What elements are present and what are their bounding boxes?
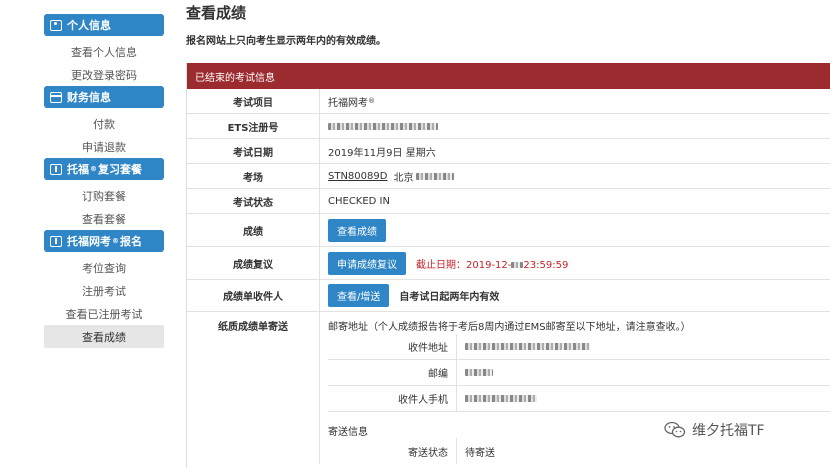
user-icon bbox=[50, 19, 62, 31]
row-label: 考场 bbox=[243, 172, 263, 184]
watermark-text: 维夕托福TF bbox=[692, 423, 765, 439]
review-deadline: 截止日期：2019-12- 23:59:59 bbox=[416, 256, 568, 271]
row-value: 查看/增送 自考试日起两年内有效 bbox=[319, 280, 830, 311]
sidebar-header-label: 个人信息 bbox=[67, 19, 111, 32]
sidebar-item-seat-search[interactable]: 考位查询 bbox=[44, 256, 164, 279]
row-test-center: 考场 STN80089D 北京 bbox=[187, 164, 830, 189]
book-icon bbox=[50, 235, 62, 247]
panel-header: 已结束的考试信息 bbox=[187, 63, 830, 89]
page-subtitle: 报名网站上只向考生显示两年内的有效成绩。 bbox=[186, 36, 386, 47]
zip-value-redacted bbox=[456, 360, 830, 385]
sidebar-item-registered-tests[interactable]: 查看已注册考试 bbox=[44, 302, 164, 325]
mailing-address-intro: 邮寄地址（个人成绩报告将于考后8周内通过EMS邮寄至以下地址，请注意查收。） bbox=[328, 322, 691, 333]
row-value: 查看成绩 bbox=[319, 214, 830, 246]
test-item-value: 托福网考 bbox=[328, 97, 368, 109]
sidebar-header-label: 复习套餐 bbox=[98, 163, 142, 176]
sidebar-header-personal: 个人信息 bbox=[44, 14, 164, 36]
paper-delivery-details: 邮寄地址（个人成绩报告将于考后8周内通过EMS邮寄至以下地址，请注意查收。） 收… bbox=[319, 312, 830, 464]
row-score-review: 成绩复议 申请成绩复议 截止日期：2019-12- 23:59:59 bbox=[187, 247, 830, 280]
redacted-text bbox=[416, 172, 455, 180]
row-test-item: 考试项目 托福网考 ® bbox=[187, 89, 830, 114]
sidebar-header-ibt-registration: 托福网考 ® 报名 bbox=[44, 230, 164, 252]
test-center-code-link[interactable]: STN80089D bbox=[328, 171, 387, 182]
shipping-status-value: 待寄送 bbox=[456, 438, 830, 464]
sidebar: 个人信息 查看个人信息 更改登录密码 财务信息 付款 申请退款 托福 ® 复习套餐 … bbox=[44, 14, 164, 348]
registered-mark: ® bbox=[112, 237, 119, 245]
sidebar-item-view-profile[interactable]: 查看个人信息 bbox=[44, 40, 164, 63]
deadline-label: 截止日期： bbox=[416, 259, 466, 271]
sidebar-item-refund[interactable]: 申请退款 bbox=[44, 135, 164, 158]
test-status-value: CHECKED IN bbox=[319, 189, 830, 213]
zip-row: 邮编 bbox=[328, 360, 830, 386]
wechat-icon bbox=[664, 421, 686, 438]
test-center-city: 北京 bbox=[393, 172, 414, 184]
row-label: ETS注册号 bbox=[227, 122, 279, 134]
deadline-time: 23:59:59 bbox=[523, 259, 569, 271]
row-label: 考试项目 bbox=[233, 97, 273, 109]
row-label: 成绩复议 bbox=[233, 259, 273, 271]
redacted-text bbox=[465, 343, 590, 350]
shipping-status-label: 寄送状态 bbox=[408, 447, 448, 459]
row-label: 考试日期 bbox=[233, 147, 273, 159]
row-paper-score-delivery: 纸质成绩单寄送 邮寄地址（个人成绩报告将于考后8周内通过EMS邮寄至以下地址，请… bbox=[187, 312, 830, 464]
page-title: 查看成绩 bbox=[186, 4, 247, 22]
sidebar-header-label: 报名 bbox=[120, 235, 142, 248]
sidebar-header-label: 财务信息 bbox=[67, 91, 111, 104]
view-score-button[interactable]: 查看成绩 bbox=[328, 218, 386, 242]
row-label: 纸质成绩单寄送 bbox=[218, 322, 288, 333]
sidebar-header-label: 托福 bbox=[67, 163, 89, 176]
row-score: 成绩 查看成绩 bbox=[187, 214, 830, 247]
row-test-status: 考试状态 CHECKED IN bbox=[187, 189, 830, 214]
request-review-button[interactable]: 申请成绩复议 bbox=[328, 251, 406, 275]
row-score-recipients: 成绩单收件人 查看/增送 自考试日起两年内有效 bbox=[187, 280, 830, 312]
row-value: 托福网考 ® bbox=[319, 89, 830, 113]
redacted-text bbox=[511, 261, 524, 268]
phone-label: 收件人手机 bbox=[398, 395, 448, 406]
sidebar-item-register-test[interactable]: 注册考试 bbox=[44, 279, 164, 302]
phone-row: 收件人手机 bbox=[328, 386, 830, 412]
sidebar-item-payment[interactable]: 付款 bbox=[44, 112, 164, 135]
row-test-date: 考试日期 2019年11月9日 星期六 bbox=[187, 139, 830, 164]
row-label: 考试状态 bbox=[233, 197, 273, 209]
sidebar-header-label: 托福网考 bbox=[67, 235, 111, 248]
ets-id-value-redacted bbox=[319, 114, 830, 138]
row-ets-id: ETS注册号 bbox=[187, 114, 830, 139]
redacted-text bbox=[465, 369, 493, 376]
sidebar-item-view-scores[interactable]: 查看成绩 bbox=[44, 325, 164, 348]
row-value: 申请成绩复议 截止日期：2019-12- 23:59:59 bbox=[319, 247, 830, 279]
view-add-recipients-button[interactable]: 查看/增送 bbox=[328, 284, 390, 307]
address-row: 收件地址 bbox=[328, 334, 830, 360]
sidebar-header-finance: 财务信息 bbox=[44, 86, 164, 108]
row-label: 成绩 bbox=[243, 226, 263, 238]
deadline-date: 2019-12- bbox=[466, 259, 512, 271]
redacted-text bbox=[328, 122, 438, 130]
registered-mark: ® bbox=[368, 97, 375, 105]
sidebar-item-change-password[interactable]: 更改登录密码 bbox=[44, 63, 164, 86]
shipping-status-row: 寄送状态 待寄送 bbox=[328, 438, 830, 464]
phone-value-redacted bbox=[456, 386, 830, 411]
test-date-value: 2019年11月9日 星期六 bbox=[319, 139, 830, 163]
zip-label: 邮编 bbox=[428, 369, 448, 380]
book-icon bbox=[50, 163, 62, 175]
sidebar-header-review-package: 托福 ® 复习套餐 bbox=[44, 158, 164, 180]
registered-mark: ® bbox=[90, 165, 97, 173]
exam-info-panel: 已结束的考试信息 考试项目 托福网考 ® ETS注册号 考试日期 2019年11月… bbox=[186, 63, 830, 468]
address-label: 收件地址 bbox=[408, 343, 448, 354]
recipients-note: 自考试日起两年内有效 bbox=[399, 292, 500, 303]
sidebar-item-order-package[interactable]: 订购套餐 bbox=[44, 184, 164, 207]
redacted-text bbox=[465, 395, 537, 402]
address-value-redacted bbox=[456, 334, 830, 359]
credit-card-icon bbox=[50, 91, 62, 103]
row-label: 成绩单收件人 bbox=[223, 292, 283, 303]
sidebar-item-view-package[interactable]: 查看套餐 bbox=[44, 207, 164, 230]
row-value: STN80089D 北京 bbox=[319, 164, 830, 188]
watermark: 维夕托福TF bbox=[664, 420, 765, 440]
